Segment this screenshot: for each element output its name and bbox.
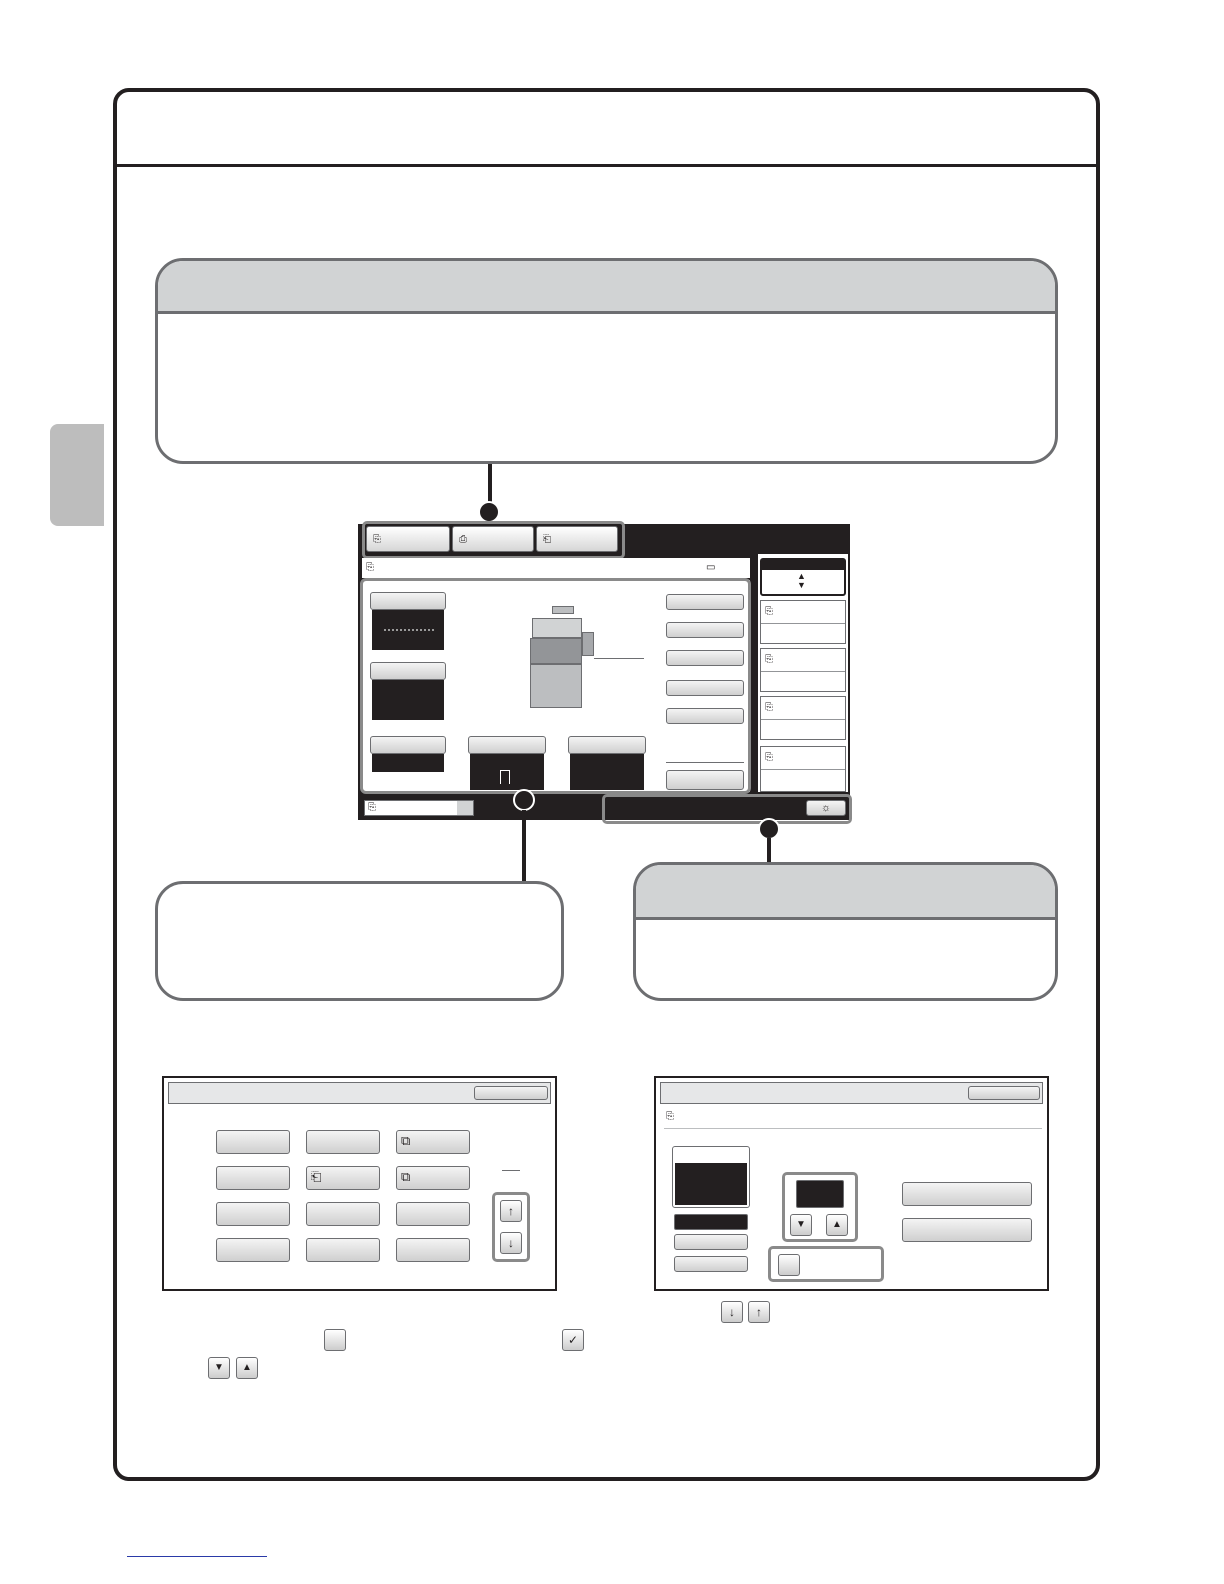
- document-filing-mode-icon: ⎗: [543, 534, 551, 545]
- copy-ratio-display: [372, 754, 444, 772]
- checkbox-icon[interactable]: [778, 1254, 800, 1276]
- scroll-down-icon[interactable]: ↓: [500, 1232, 522, 1254]
- document-icon: ⎗: [311, 1169, 322, 1184]
- brightness-button[interactable]: ☼: [806, 800, 846, 816]
- multi-page-icon: ⧉: [401, 1169, 411, 1184]
- output-tray-indicator: [594, 658, 644, 659]
- special-mode-button-9[interactable]: [396, 1202, 470, 1226]
- option-button-2[interactable]: [902, 1218, 1032, 1242]
- system-bar-callout: [633, 862, 1058, 1001]
- ok-button[interactable]: [474, 1086, 548, 1100]
- divider: [666, 762, 744, 763]
- page-indicator-line: [502, 1170, 520, 1171]
- job-icon: ⎘: [765, 606, 773, 617]
- scroll-down-key-icon: ↓: [721, 1301, 743, 1323]
- special-mode-button-2[interactable]: [306, 1130, 380, 1154]
- base-screen-callout: [155, 881, 564, 1001]
- paper-select-display: [570, 754, 644, 790]
- exposure-mode-panel: [672, 1146, 750, 1208]
- file-button[interactable]: [666, 680, 744, 696]
- special-mode-button-1[interactable]: [216, 1130, 290, 1154]
- tab-copy[interactable]: ⎘: [366, 526, 450, 552]
- job-slot-1[interactable]: ⎘: [760, 600, 846, 644]
- tab-document-filing[interactable]: ⎗: [536, 526, 618, 552]
- output-button[interactable]: [666, 650, 744, 666]
- special-mode-button-12[interactable]: [396, 1238, 470, 1262]
- copy-ratio-button[interactable]: [370, 736, 446, 754]
- original-page-icon: [500, 770, 510, 784]
- connector-dot: [478, 501, 500, 523]
- exposure-text-button[interactable]: [674, 1234, 748, 1250]
- page-header-rule: [117, 164, 1096, 167]
- copy-mode-icon: ⎘: [666, 1111, 674, 1122]
- system-info-field: ⎘: [364, 800, 474, 816]
- scroll-up-key-icon: ↑: [748, 1301, 770, 1323]
- connector-dot: [513, 789, 535, 811]
- special-mode-button-11[interactable]: [306, 1238, 380, 1262]
- ok-button[interactable]: [968, 1086, 1040, 1100]
- status-bar: ⎘ ▭: [362, 558, 750, 578]
- connector-line: [522, 810, 526, 884]
- callout-header: [636, 865, 1055, 920]
- sort-arrows-icon: ▲ ▼: [797, 571, 806, 590]
- special-mode-button-6[interactable]: ⧉: [396, 1166, 470, 1190]
- touch-panel-screen: ⎘ ⎙ ⎗ ⎘ ▭ ▲ ▼ ⎘ ⎘ ⎘ ⎘ ⎘ ☼: [358, 521, 852, 824]
- job-slot-4[interactable]: ⎘: [760, 746, 846, 792]
- down-key-icon: ▼: [208, 1357, 230, 1379]
- job-icon: ⎘: [765, 702, 773, 713]
- job-icon: ⎘: [765, 654, 773, 665]
- preview-button[interactable]: [666, 770, 744, 790]
- image-send-mode-icon: ⎙: [459, 534, 467, 545]
- exposure-auto-button[interactable]: [674, 1214, 748, 1230]
- copy-mode-icon: ⎘: [373, 534, 381, 545]
- level-down-icon[interactable]: ▼: [790, 1214, 812, 1236]
- exposure-photo-button[interactable]: [674, 1256, 748, 1272]
- exposure-level-display: [796, 1180, 844, 1208]
- callout-header: [158, 261, 1055, 314]
- machine-illustration: [528, 602, 594, 710]
- system-icon: ⎘: [368, 802, 376, 813]
- duplex-button[interactable]: [666, 622, 744, 638]
- job-list-toggle[interactable]: ▲ ▼: [760, 558, 846, 596]
- copy-status-icon: ⎘: [366, 562, 374, 573]
- job-slot-3[interactable]: ⎘: [760, 696, 846, 740]
- special-mode-button-8[interactable]: [306, 1202, 380, 1226]
- up-key-icon: ▲: [236, 1357, 258, 1379]
- special-mode-button-5[interactable]: ⎗: [306, 1166, 380, 1190]
- exposure-screen: ⎘ ▼ ▲: [654, 1076, 1049, 1291]
- special-mode-button-10[interactable]: [216, 1238, 290, 1262]
- unchecked-checkbox-icon: [324, 1329, 346, 1351]
- chapter-side-tab: [50, 424, 104, 526]
- job-slot-2[interactable]: ⎘: [760, 648, 846, 692]
- paper-select-button[interactable]: [568, 736, 646, 754]
- special-modes-button[interactable]: [666, 594, 744, 610]
- paper-status-icon: ▭: [706, 562, 716, 573]
- scroll-up-icon[interactable]: ↑: [500, 1200, 522, 1222]
- connector-dot: [758, 818, 780, 840]
- checked-checkbox-icon: ✓: [562, 1329, 584, 1351]
- mode-select-callout: [155, 258, 1058, 464]
- original-button[interactable]: [468, 736, 546, 754]
- option-button-1[interactable]: [902, 1182, 1032, 1206]
- special-mode-button-7[interactable]: [216, 1202, 290, 1226]
- divider: [664, 1128, 1042, 1129]
- special-mode-button-3[interactable]: ⧉: [396, 1130, 470, 1154]
- connector-line: [767, 838, 771, 864]
- exposure-display: [372, 680, 444, 720]
- color-mode-display: [372, 610, 444, 650]
- color-scale: [384, 629, 434, 631]
- tab-image-send[interactable]: ⎙: [452, 526, 534, 552]
- job-icon: ⎘: [765, 752, 773, 763]
- level-up-icon[interactable]: ▲: [826, 1214, 848, 1236]
- special-modes-screen: ⧉ ⎗ ⧉ ↑ ↓: [162, 1076, 557, 1291]
- color-mode-button[interactable]: [370, 592, 446, 610]
- quick-file-button[interactable]: [666, 708, 744, 724]
- footer-link-underline: [127, 1556, 267, 1557]
- special-mode-button-4[interactable]: [216, 1166, 290, 1190]
- pamphlet-icon: ⧉: [401, 1133, 411, 1148]
- original-display: [470, 754, 544, 790]
- exposure-button[interactable]: [370, 662, 446, 680]
- brightness-icon: ☼: [821, 802, 832, 814]
